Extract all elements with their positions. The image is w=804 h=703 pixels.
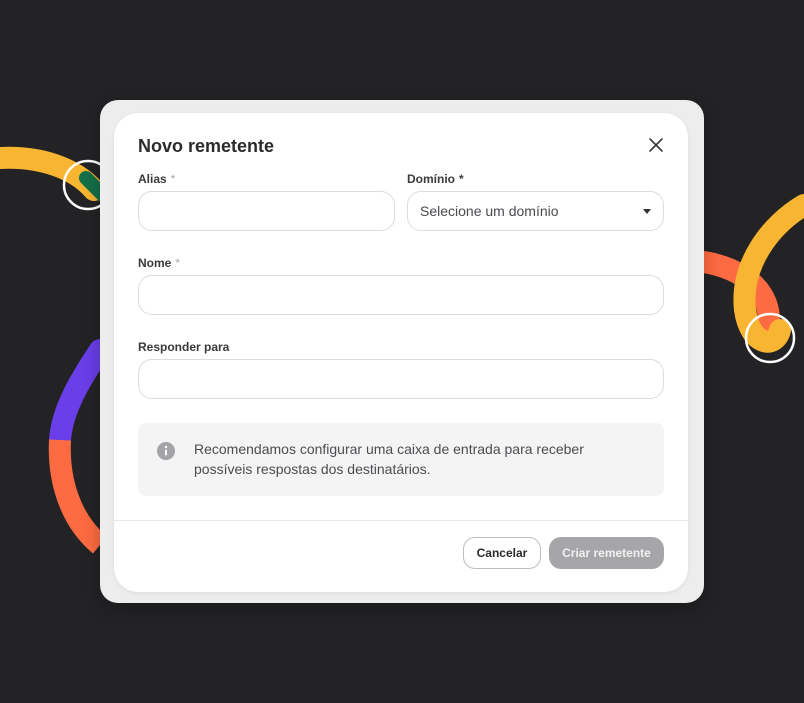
modal-backdrop-frame: Novo remetente Alias * Domínio * Selecione… xyxy=(100,100,704,603)
alias-required-mark: * xyxy=(170,172,176,186)
name-label-text: Nome xyxy=(138,256,172,270)
name-label: Nome * xyxy=(138,256,180,270)
alias-input[interactable] xyxy=(138,191,395,231)
dialog-title: Novo remetente xyxy=(138,136,275,156)
domain-select-value: Selecione um domínio xyxy=(420,203,559,219)
name-input[interactable] xyxy=(138,275,664,315)
alias-label: Alias * xyxy=(138,172,175,186)
chevron-down-icon xyxy=(643,208,651,214)
info-text: Recomendamos configurar uma caixa de ent… xyxy=(194,441,584,477)
footer-divider xyxy=(114,520,688,521)
reply-to-label: Responder para xyxy=(138,340,230,354)
close-icon xyxy=(649,138,663,152)
info-icon xyxy=(157,442,175,460)
close-button[interactable] xyxy=(644,133,668,157)
domain-required-mark: * xyxy=(459,172,464,186)
info-callout: Recomendamos configurar uma caixa de ent… xyxy=(138,423,664,496)
domain-label-text: Domínio xyxy=(407,172,455,186)
domain-select[interactable]: Selecione um domínio xyxy=(407,191,664,231)
reply-to-input[interactable] xyxy=(138,359,664,399)
cancel-button[interactable]: Cancelar xyxy=(463,537,541,569)
name-required-mark: * xyxy=(175,256,181,270)
new-sender-dialog: Novo remetente Alias * Domínio * Selecione… xyxy=(114,113,688,592)
domain-label: Domínio * xyxy=(407,172,464,186)
alias-label-text: Alias xyxy=(138,172,167,186)
create-sender-button[interactable]: Criar remetente xyxy=(549,537,664,569)
